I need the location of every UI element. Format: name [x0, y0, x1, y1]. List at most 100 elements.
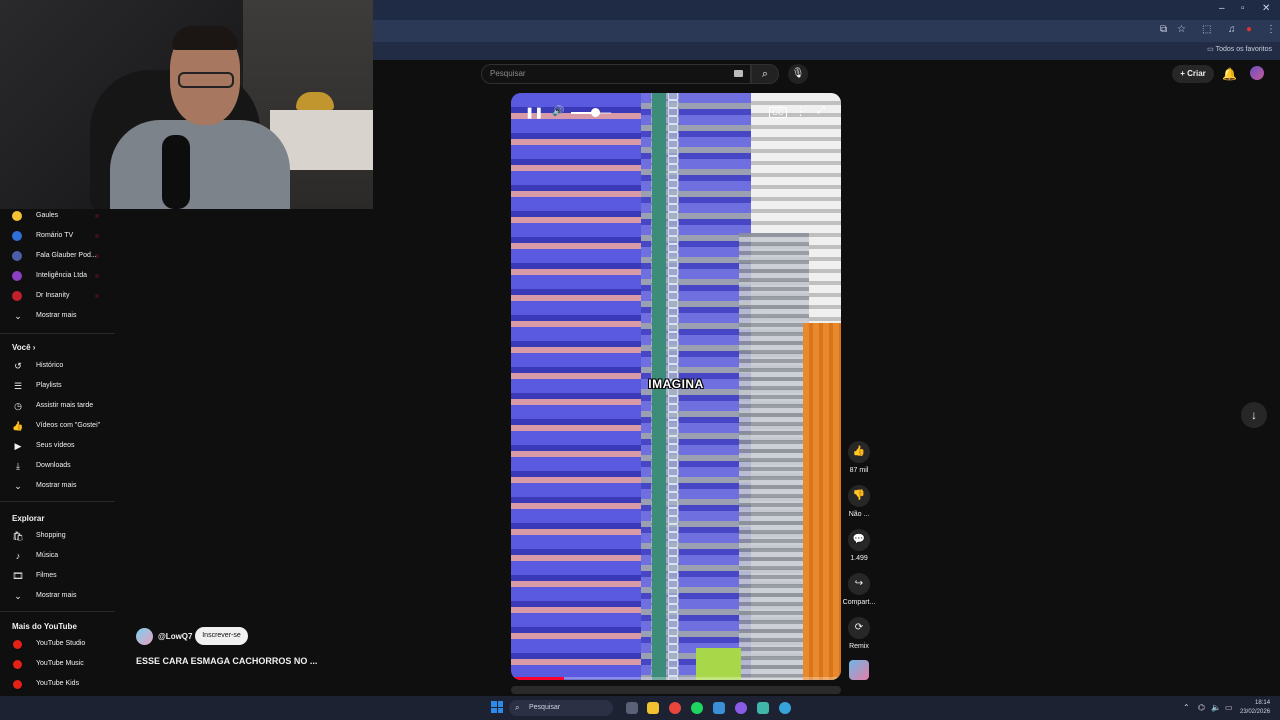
captions-icon[interactable]: CC: [769, 107, 787, 118]
sidebar-more-item-0[interactable]: YouTube Studio: [0, 635, 118, 653]
network-icon[interactable]: ⌬: [1198, 703, 1205, 712]
sidebar-divider: [0, 501, 115, 502]
channel-avatar-icon: [12, 211, 22, 221]
extensions-icon[interactable]: ⬚: [1202, 24, 1211, 35]
maximize-button[interactable]: ▫: [1241, 3, 1245, 14]
like-count: 87 mil: [849, 467, 869, 474]
comments-button[interactable]: 💬 1.499: [847, 529, 871, 562]
channel-thumbnail[interactable]: [849, 660, 869, 680]
sidebar-subs-more-label: Mostrar mais: [36, 312, 77, 319]
thumbs-down-icon: 👎: [848, 485, 870, 507]
sidebar-more-item-1[interactable]: YouTube Music: [0, 655, 118, 673]
dislike-button[interactable]: 👎 Não ...: [847, 485, 871, 518]
star-icon[interactable]: ☆: [1177, 24, 1186, 35]
sidebar-explore-item-2-label: Filmes: [36, 572, 57, 579]
taskbar-clock[interactable]: 18:14 23/02/2026: [1240, 699, 1270, 717]
thumbs-up-icon: 👍: [12, 421, 24, 431]
browser-icon[interactable]: [779, 702, 791, 714]
sidebar-you-more-label: Mostrar mais: [36, 482, 77, 489]
sidebar-divider: [0, 333, 115, 334]
browser-menu-icon[interactable]: ⋮: [1266, 24, 1276, 35]
music-note-icon: ♪: [15, 551, 21, 561]
minimize-button[interactable]: –: [1219, 3, 1225, 14]
sidebar-subs-more[interactable]: ⌄ Mostrar mais: [0, 307, 118, 325]
sidebar-more-item-2[interactable]: YouTube Kids: [0, 675, 118, 693]
pause-icon[interactable]: ❚❚: [525, 106, 543, 119]
sidebar-explore-item-1[interactable]: ♪ Música: [0, 547, 118, 565]
task-view-icon[interactable]: [626, 702, 638, 714]
webcam-person-shirt: [110, 120, 290, 209]
notifications-bell-icon[interactable]: 🔔: [1222, 67, 1237, 81]
next-video-button[interactable]: ↓: [1241, 402, 1267, 428]
channel-avatar-icon: [12, 251, 22, 261]
notepad-icon[interactable]: [757, 702, 769, 714]
channel-avatar-icon: [12, 231, 22, 241]
sidebar-you-item-1[interactable]: ☰ Playlists: [0, 377, 118, 395]
account-avatar[interactable]: [1250, 66, 1264, 80]
sidebar-you-item-5-label: Downloads: [36, 462, 71, 469]
battery-icon[interactable]: ▭: [1225, 703, 1233, 712]
tray-chevron-icon[interactable]: ⌃: [1183, 703, 1190, 712]
volume-icon[interactable]: 🔊: [552, 106, 564, 117]
next-short-preview[interactable]: [511, 686, 841, 694]
like-button[interactable]: 👍 87 mil: [847, 441, 871, 474]
voice-search-button[interactable]: 🎙: [788, 64, 808, 84]
share-icon: ↪: [848, 573, 870, 595]
sidebar-you-item-5[interactable]: ⤓ Downloads: [0, 457, 118, 475]
file-explorer-icon[interactable]: [647, 702, 659, 714]
all-bookmarks-link[interactable]: ▭ Todos os favoritos: [1207, 45, 1272, 53]
close-window-button[interactable]: ✕: [1262, 3, 1270, 14]
windows-start-icon[interactable]: [491, 701, 503, 713]
sidebar-you-item-4[interactable]: ▶ Seus vídeos: [0, 437, 118, 455]
video-title[interactable]: ESSE CARA ESMAGA CACHORROS NO ...: [136, 656, 317, 666]
chrome-icon[interactable]: [669, 702, 681, 714]
sidebar-explore-more[interactable]: ⌄ Mostrar mais: [0, 587, 118, 605]
webcam-person-hair: [172, 26, 238, 50]
create-button[interactable]: + Criar: [1172, 65, 1214, 83]
search-input[interactable]: Pesquisar: [481, 64, 751, 84]
sidebar-explore-more-label: Mostrar mais: [36, 592, 77, 599]
video-caption: IMAGINA: [648, 377, 704, 391]
app-icon-blue[interactable]: [713, 702, 725, 714]
search-button[interactable]: ⌕: [751, 64, 779, 84]
short-video-player[interactable]: IMAGINA ❚❚ 🔊 CC ⋮ ⤢: [511, 93, 841, 680]
sidebar-you-item-0[interactable]: ↺ Histórico: [0, 357, 118, 375]
sidebar-you-more[interactable]: ⌄ Mostrar mais: [0, 477, 118, 495]
media-icon[interactable]: ♫: [1228, 24, 1236, 35]
sidebar-channel-2[interactable]: Fala Glauber Pod...: [0, 247, 118, 265]
app-icon-purple[interactable]: [735, 702, 747, 714]
volume-tray-icon[interactable]: 🔈: [1211, 703, 1221, 712]
subscribe-button[interactable]: Inscrever-se: [195, 627, 248, 645]
chevron-down-icon: ⌄: [14, 311, 22, 321]
comment-icon: 💬: [848, 529, 870, 551]
spotify-icon[interactable]: [691, 702, 703, 714]
cast-icon[interactable]: ⧉: [1160, 24, 1167, 35]
create-label: Criar: [1187, 69, 1206, 78]
sidebar-you-heading[interactable]: Você ›: [12, 343, 35, 352]
sidebar-explore-item-2[interactable]: 🎞 Filmes: [0, 567, 118, 585]
remix-button[interactable]: ⟳ Remix: [847, 617, 871, 650]
sidebar-channel-4[interactable]: Dr Insanity: [0, 287, 118, 305]
microphone-icon: 🎙: [791, 68, 805, 79]
sidebar-channel-3[interactable]: Inteligência Ltda: [0, 267, 118, 285]
channel-avatar[interactable]: [136, 628, 153, 645]
fullscreen-icon[interactable]: ⤢: [817, 105, 825, 116]
video-scene-scaffold: [739, 233, 809, 680]
history-icon: ↺: [14, 361, 22, 371]
volume-slider-handle[interactable]: [591, 108, 600, 117]
sidebar-you-item-2[interactable]: ◷ Assistir mais tarde: [0, 397, 118, 415]
share-button[interactable]: ↪ Compart...: [843, 573, 875, 606]
taskbar: [0, 696, 1280, 720]
taskbar-search[interactable]: Pesquisar: [509, 700, 613, 716]
sidebar-explore-heading: Explorar: [12, 514, 44, 523]
video-scene-lime-block: [696, 648, 741, 680]
folder-icon: ▭: [1207, 46, 1216, 53]
sidebar-you-item-3[interactable]: 👍 Vídeos com "Gostei": [0, 417, 118, 435]
sidebar-explore-item-0[interactable]: 🛍 Shopping: [0, 527, 118, 545]
channel-handle[interactable]: @LowQ7: [158, 632, 192, 641]
sidebar-channel-0[interactable]: Gaules: [0, 207, 118, 225]
more-options-icon[interactable]: ⋮: [795, 105, 806, 118]
keyboard-icon[interactable]: [734, 70, 743, 77]
sidebar-channel-1[interactable]: Romário TV: [0, 227, 118, 245]
profile-icon[interactable]: ●: [1246, 24, 1252, 35]
